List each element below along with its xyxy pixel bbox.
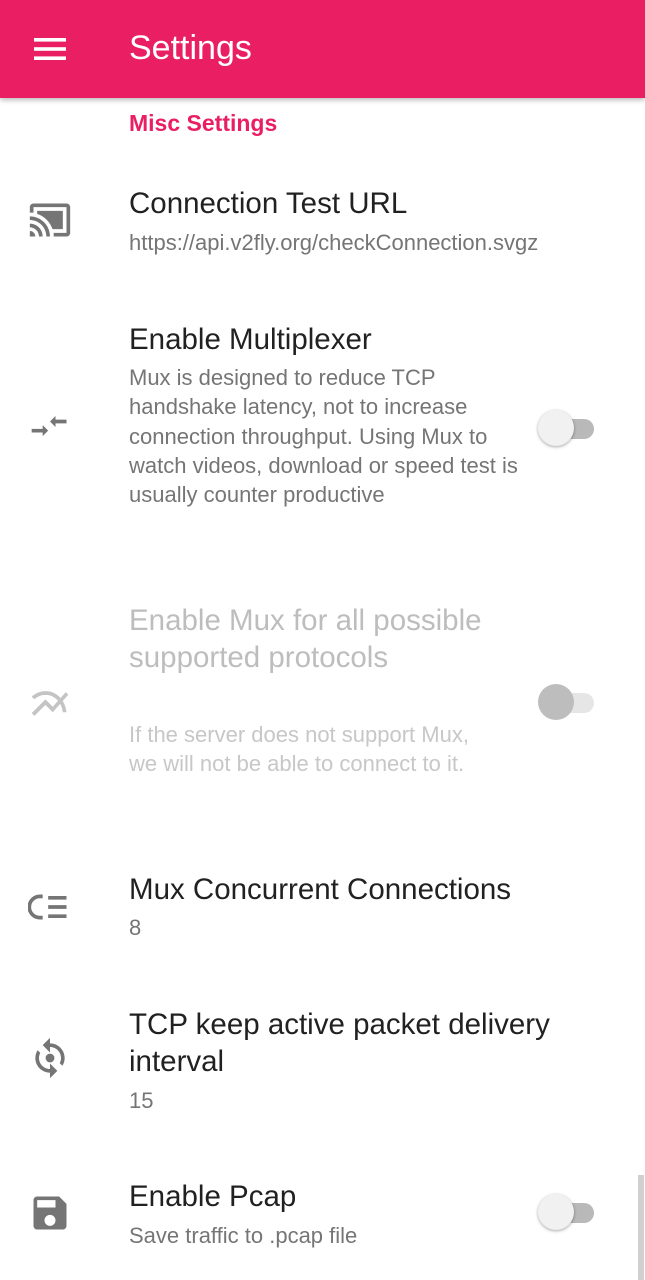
switch-thumb	[538, 1194, 574, 1230]
app-bar: Settings	[0, 0, 645, 98]
pref-summary: 15	[129, 1088, 154, 1113]
pref-mux-concurrent-connections[interactable]: Mux Concurrent Connections 8	[0, 855, 645, 965]
pref-title: TCP keep active packet delivery interval	[129, 1008, 550, 1078]
switch-thumb	[538, 410, 574, 446]
multiline-chart-icon	[31, 691, 69, 716]
pref-summary: If the server does not support Mux, we w…	[129, 722, 469, 777]
category-header-misc: Misc Settings	[129, 110, 278, 136]
pref-title: Mux Concurrent Connections	[129, 873, 512, 906]
pref-title: Enable Pcap	[129, 1180, 297, 1213]
playlist-list-icon	[28, 894, 67, 920]
menu-button[interactable]	[20, 24, 80, 74]
mux-all-protocols-toggle	[538, 683, 598, 723]
cast-icon	[29, 203, 71, 237]
pref-title: Enable Mux for all possible supported pr…	[129, 604, 482, 674]
pref-enable-pcap[interactable]: Enable Pcap Save traffic to .pcap file	[0, 1165, 645, 1280]
switch-thumb	[538, 684, 574, 720]
pref-summary: Save traffic to .pcap file	[129, 1223, 358, 1248]
pref-summary: 8	[129, 915, 142, 940]
pref-title: Connection Test URL	[129, 187, 408, 220]
compress-arrows-icon	[31, 416, 67, 437]
save-floppy-icon	[33, 1196, 67, 1230]
pref-summary: Mux is designed to reduce TCP handshake …	[129, 365, 518, 508]
pcap-toggle[interactable]	[538, 1193, 598, 1233]
multiplexer-toggle[interactable]	[538, 409, 598, 449]
pref-tcp-keep-active-interval[interactable]: TCP keep active packet delivery interval…	[0, 990, 645, 1130]
pref-enable-multiplexer[interactable]: Enable Multiplexer Mux is designed to re…	[0, 305, 645, 555]
pref-connection-test-url[interactable]: Connection Test URL https://api.v2fly.or…	[0, 170, 645, 290]
pref-enable-mux-all-protocols: Enable Mux for all possible supported pr…	[0, 590, 645, 820]
pref-title: Enable Multiplexer	[129, 323, 372, 356]
sync-refresh-icon	[35, 1037, 65, 1079]
hamburger-menu-icon	[34, 38, 66, 60]
pref-summary: https://api.v2fly.org/checkConnection.sv…	[129, 230, 539, 255]
page-title: Settings	[129, 29, 252, 67]
scrollbar[interactable]	[638, 1175, 644, 1280]
